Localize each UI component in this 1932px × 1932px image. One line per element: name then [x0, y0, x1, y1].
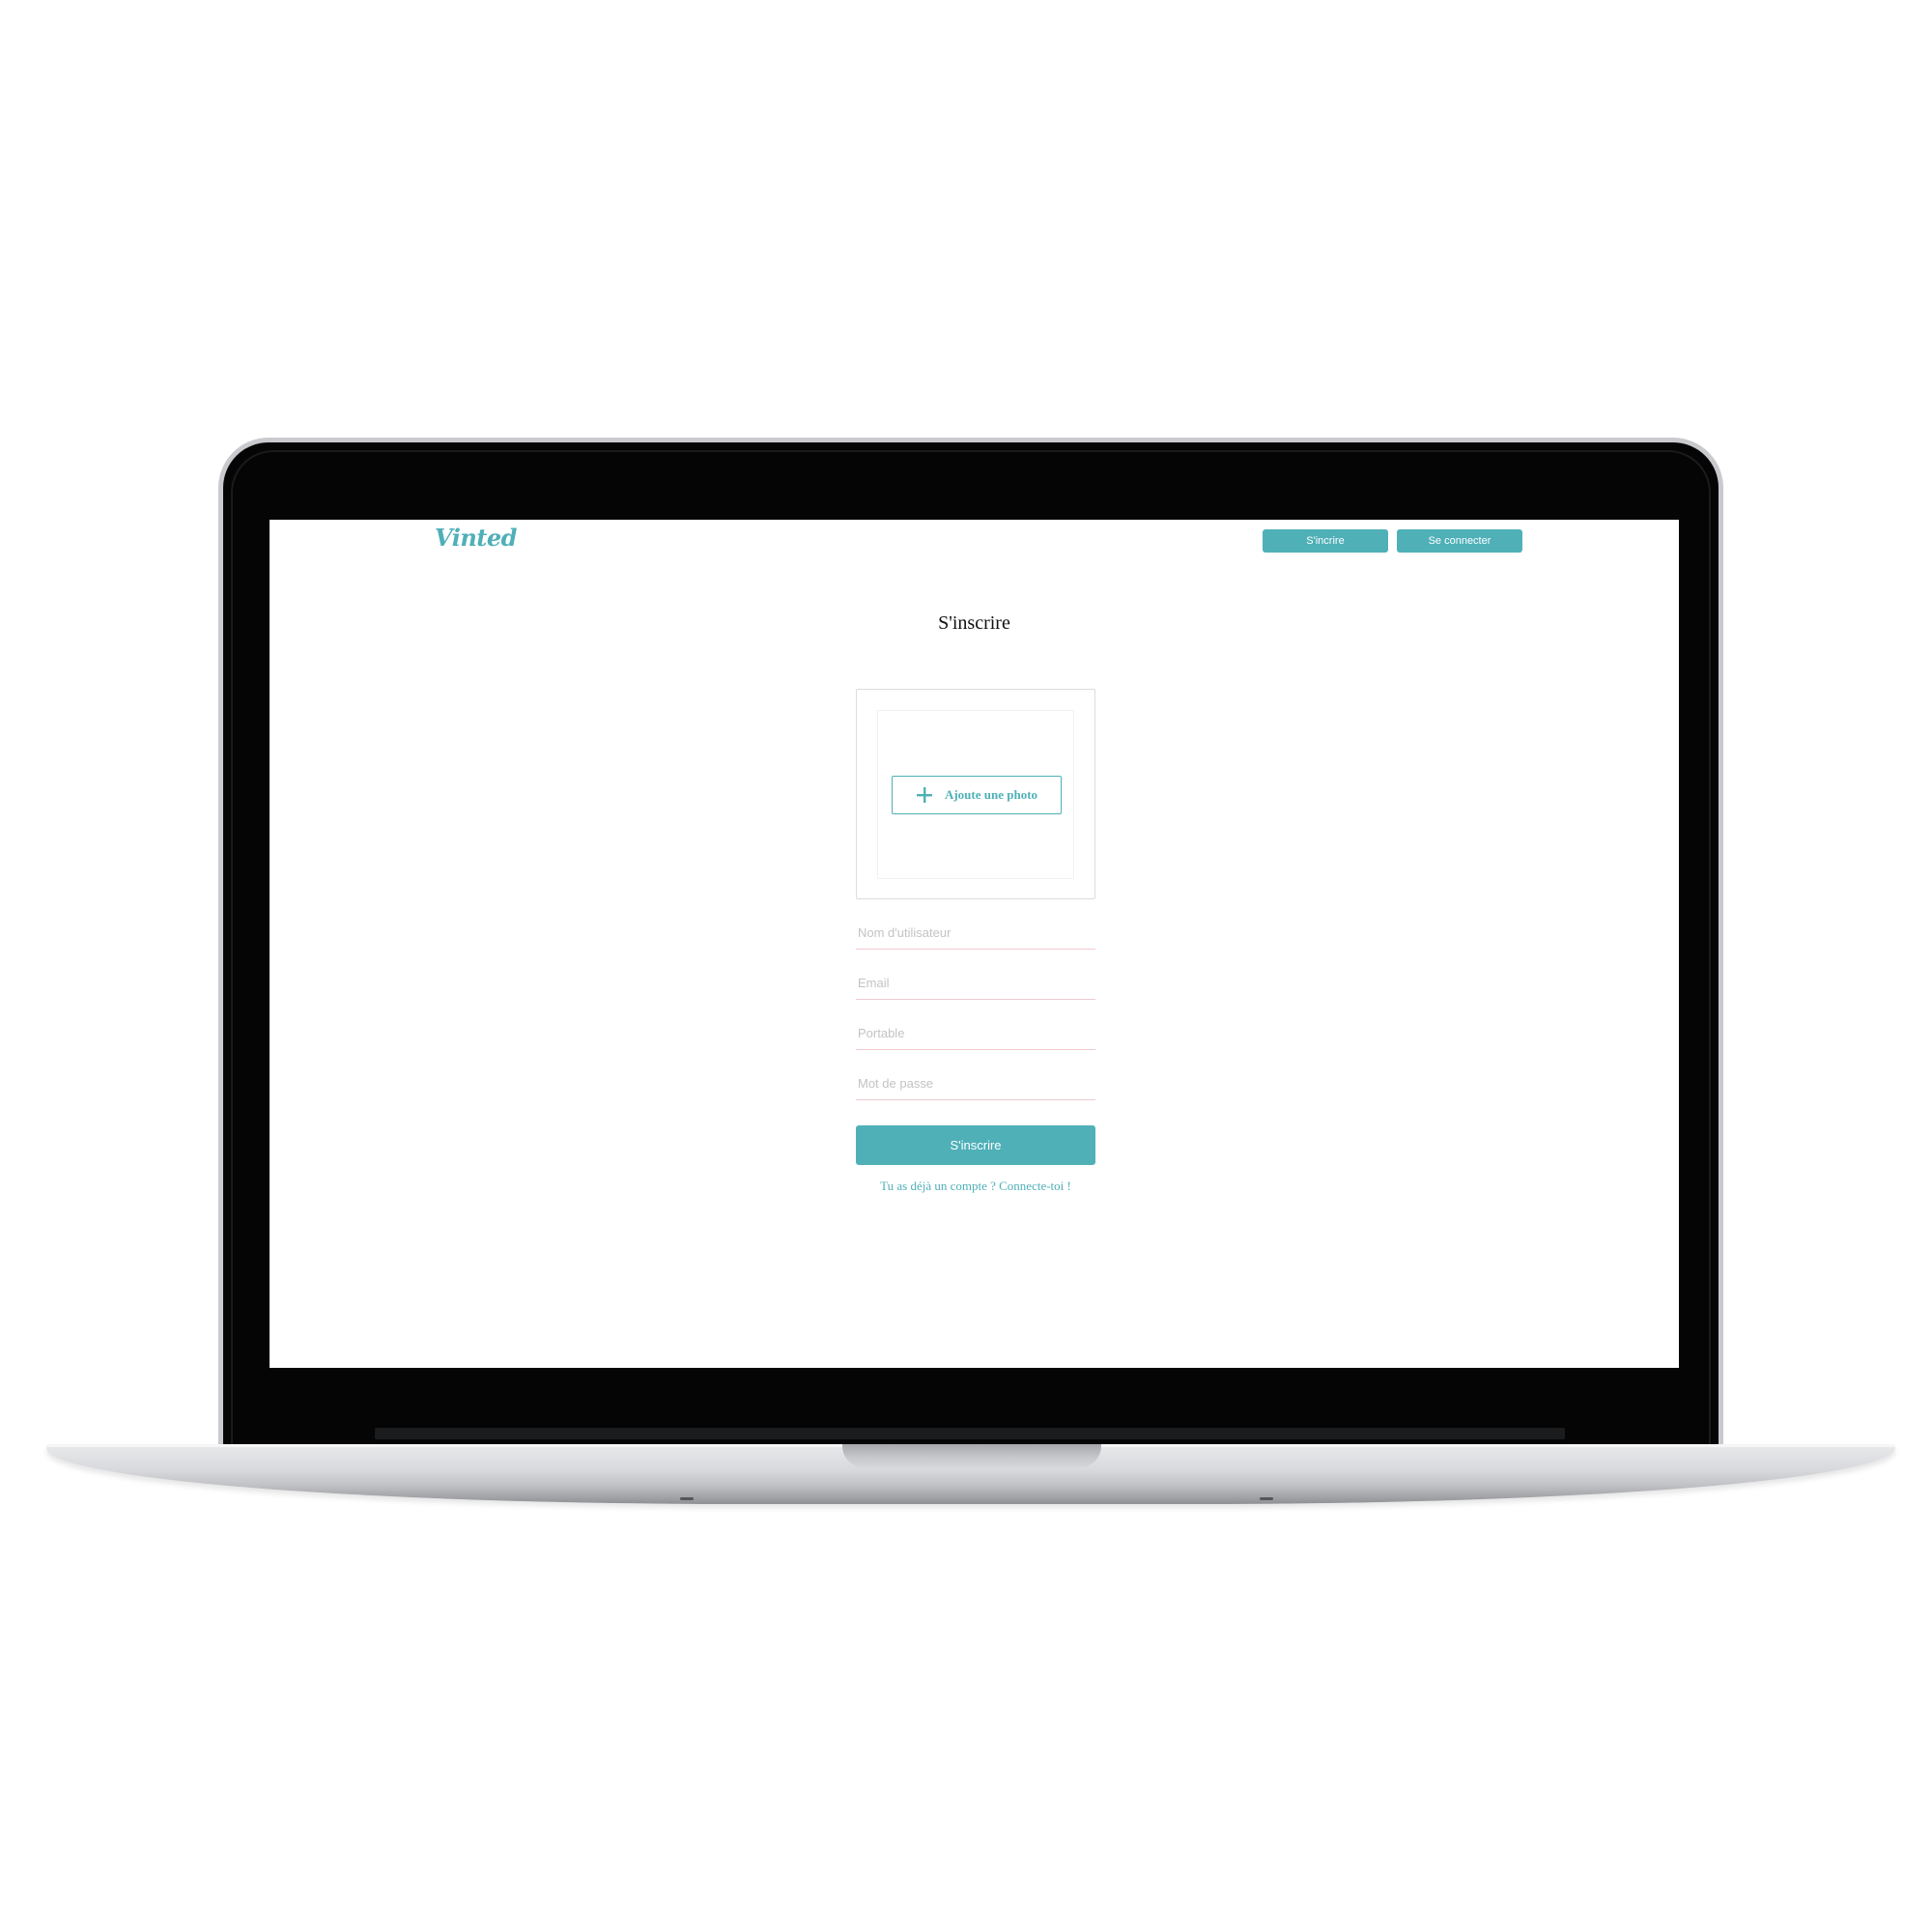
header-login-button[interactable]: Se connecter — [1397, 529, 1522, 553]
add-photo-button[interactable]: Ajoute une photo — [892, 776, 1062, 814]
email-input[interactable] — [856, 967, 1095, 1000]
vinted-logo[interactable]: Vinted — [435, 524, 517, 553]
signup-submit-button[interactable]: S'inscrire — [856, 1125, 1095, 1165]
password-input[interactable] — [856, 1067, 1095, 1100]
browser-viewport: Vinted S'incrire Se connecter S'inscrire… — [270, 520, 1679, 1368]
plus-icon — [916, 786, 933, 804]
email-field-wrapper — [856, 950, 1095, 1000]
login-link[interactable]: Tu as déjà un compte ? Connecte-toi ! — [856, 1179, 1095, 1194]
page-title: S'inscrire — [938, 612, 1010, 634]
header-signup-button[interactable]: S'incrire — [1263, 529, 1388, 553]
laptop-opening-notch — [842, 1444, 1101, 1467]
add-photo-label: Ajoute une photo — [944, 787, 1038, 802]
phone-input[interactable] — [856, 1017, 1095, 1050]
laptop-hinge-strip — [375, 1428, 1565, 1439]
signup-form: Ajoute une photo S'inscrire Tu as déjà u… — [856, 689, 1095, 1194]
phone-field-wrapper — [856, 1000, 1095, 1050]
laptop-mockup-scene: Vinted S'incrire Se connecter S'inscrire… — [0, 0, 1932, 1932]
username-input[interactable] — [856, 917, 1095, 950]
site-header: Vinted S'incrire Se connecter — [270, 520, 1679, 562]
laptop-foot-right — [1260, 1497, 1273, 1500]
username-field-wrapper — [856, 899, 1095, 950]
password-field-wrapper — [856, 1050, 1095, 1100]
avatar-upload-box: Ajoute une photo — [856, 689, 1095, 899]
laptop-foot-left — [680, 1497, 694, 1500]
